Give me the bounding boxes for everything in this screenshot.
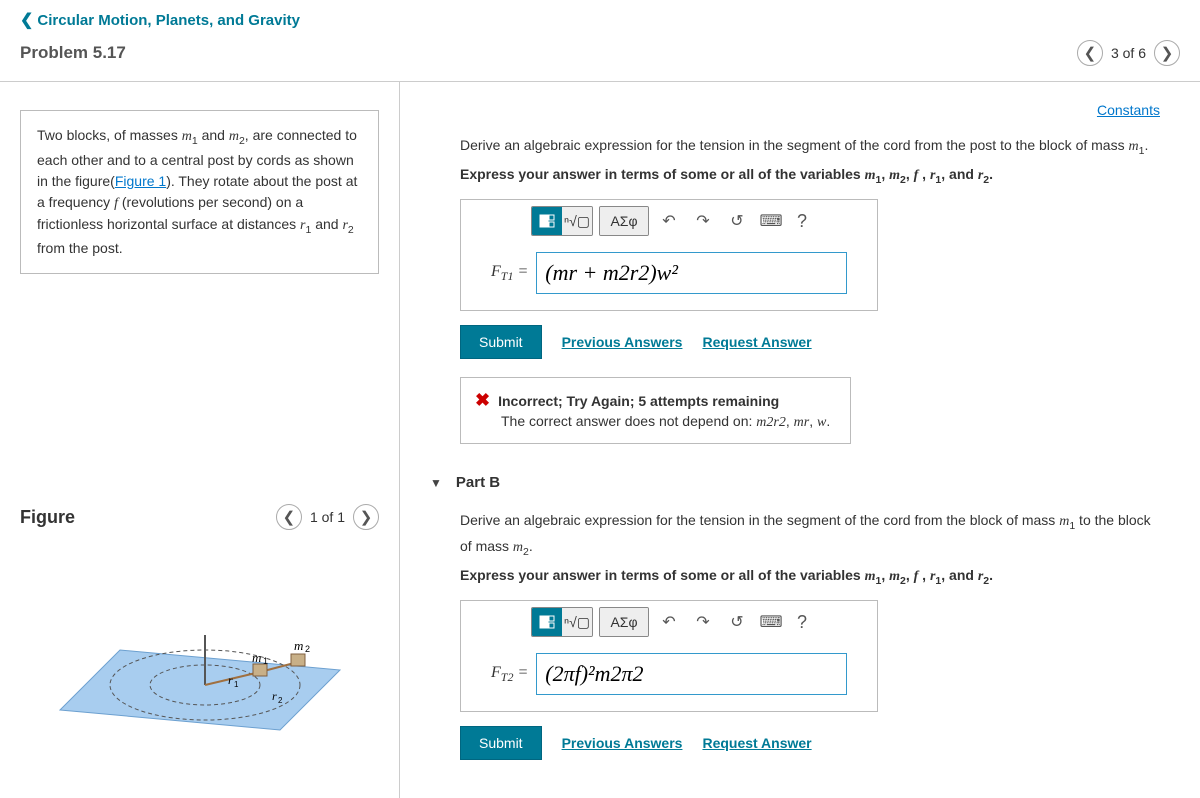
part-b-answer-block: ⁿ√▢ ΑΣφ ↶ ↷ ↺ ⌨ ? FT2 =: [460, 600, 878, 712]
problem-pager: ❮ 3 of 6 ❯: [1077, 40, 1180, 66]
templates-button[interactable]: [532, 207, 562, 235]
part-b-prompt: Derive an algebraic expression for the t…: [460, 509, 1160, 560]
part-b-toolbar: ⁿ√▢ ΑΣφ ↶ ↷ ↺ ⌨ ?: [461, 601, 877, 643]
keyboard-button[interactable]: ⌨: [757, 608, 785, 636]
problem-title: Problem 5.17: [20, 43, 126, 63]
templates-button[interactable]: [532, 608, 562, 636]
figure-next-button[interactable]: ❯: [353, 504, 379, 530]
svg-text:2: 2: [305, 644, 310, 654]
pager-next-button[interactable]: ❯: [1154, 40, 1180, 66]
part-a-answer-input[interactable]: [536, 252, 847, 294]
undo-button[interactable]: ↶: [655, 608, 683, 636]
part-b-request-answer-link[interactable]: Request Answer: [702, 735, 811, 751]
part-b-instructions: Express your answer in terms of some or …: [460, 567, 1160, 587]
figure-image: m1 m2 r1 r2: [20, 580, 379, 740]
redo-button[interactable]: ↷: [689, 207, 717, 235]
figure-pager: ❮ 1 of 1 ❯: [276, 504, 379, 530]
breadcrumb-link[interactable]: ❮ Circular Motion, Planets, and Gravity: [20, 10, 1180, 30]
part-a-submit-button[interactable]: Submit: [460, 325, 542, 359]
figure-heading: Figure: [20, 507, 75, 528]
help-button[interactable]: ?: [797, 211, 807, 232]
part-a-previous-answers-link[interactable]: Previous Answers: [562, 334, 683, 350]
part-b-answer-input[interactable]: [536, 653, 847, 695]
pager-text: 3 of 6: [1111, 45, 1146, 61]
part-b-submit-button[interactable]: Submit: [460, 726, 542, 760]
svg-text:m: m: [294, 638, 303, 653]
keyboard-button[interactable]: ⌨: [757, 207, 785, 235]
constants-link[interactable]: Constants: [1097, 102, 1160, 118]
svg-text:r: r: [272, 689, 277, 703]
part-a-instructions: Express your answer in terms of some or …: [460, 166, 1160, 186]
problem-statement: Two blocks, of masses m1 and m2, are con…: [20, 110, 379, 274]
sqrt-button[interactable]: ⁿ√▢: [562, 207, 592, 235]
incorrect-icon: ✖: [475, 390, 490, 411]
svg-text:r: r: [228, 673, 233, 687]
part-a-answer-block: ⁿ√▢ ΑΣφ ↶ ↷ ↺ ⌨ ? FT1 =: [460, 199, 878, 311]
feedback-body: The correct answer does not depend on: m…: [501, 413, 830, 431]
feedback-title: Incorrect; Try Again; 5 attempts remaini…: [498, 393, 779, 409]
svg-text:2: 2: [278, 696, 283, 705]
svg-text:1: 1: [263, 656, 268, 666]
part-a-toolbar: ⁿ√▢ ΑΣφ ↶ ↷ ↺ ⌨ ?: [461, 200, 877, 242]
reset-button[interactable]: ↺: [723, 608, 751, 636]
part-a-request-answer-link[interactable]: Request Answer: [702, 334, 811, 350]
reset-button[interactable]: ↺: [723, 207, 751, 235]
figure-pager-text: 1 of 1: [310, 509, 345, 525]
redo-button[interactable]: ↷: [689, 608, 717, 636]
chevron-left-icon: ❮: [20, 10, 33, 30]
figure-prev-button[interactable]: ❮: [276, 504, 302, 530]
svg-text:1: 1: [234, 680, 239, 689]
sqrt-button[interactable]: ⁿ√▢: [562, 608, 592, 636]
svg-text:m: m: [252, 650, 261, 665]
part-a-prompt: Derive an algebraic expression for the t…: [460, 134, 1160, 160]
part-a-feedback: ✖ Incorrect; Try Again; 5 attempts remai…: [460, 377, 851, 444]
greek-button[interactable]: ΑΣφ: [600, 608, 648, 636]
help-button[interactable]: ?: [797, 612, 807, 633]
undo-button[interactable]: ↶: [655, 207, 683, 235]
part-b-var-label: FT2 =: [491, 664, 528, 685]
part-b-title: Part B: [456, 474, 500, 491]
pager-prev-button[interactable]: ❮: [1077, 40, 1103, 66]
part-b-previous-answers-link[interactable]: Previous Answers: [562, 735, 683, 751]
breadcrumb-text: Circular Motion, Planets, and Gravity: [37, 12, 300, 29]
part-b-collapse-icon[interactable]: ▼: [430, 476, 442, 490]
part-a-var-label: FT1 =: [491, 263, 528, 284]
greek-button[interactable]: ΑΣφ: [600, 207, 648, 235]
